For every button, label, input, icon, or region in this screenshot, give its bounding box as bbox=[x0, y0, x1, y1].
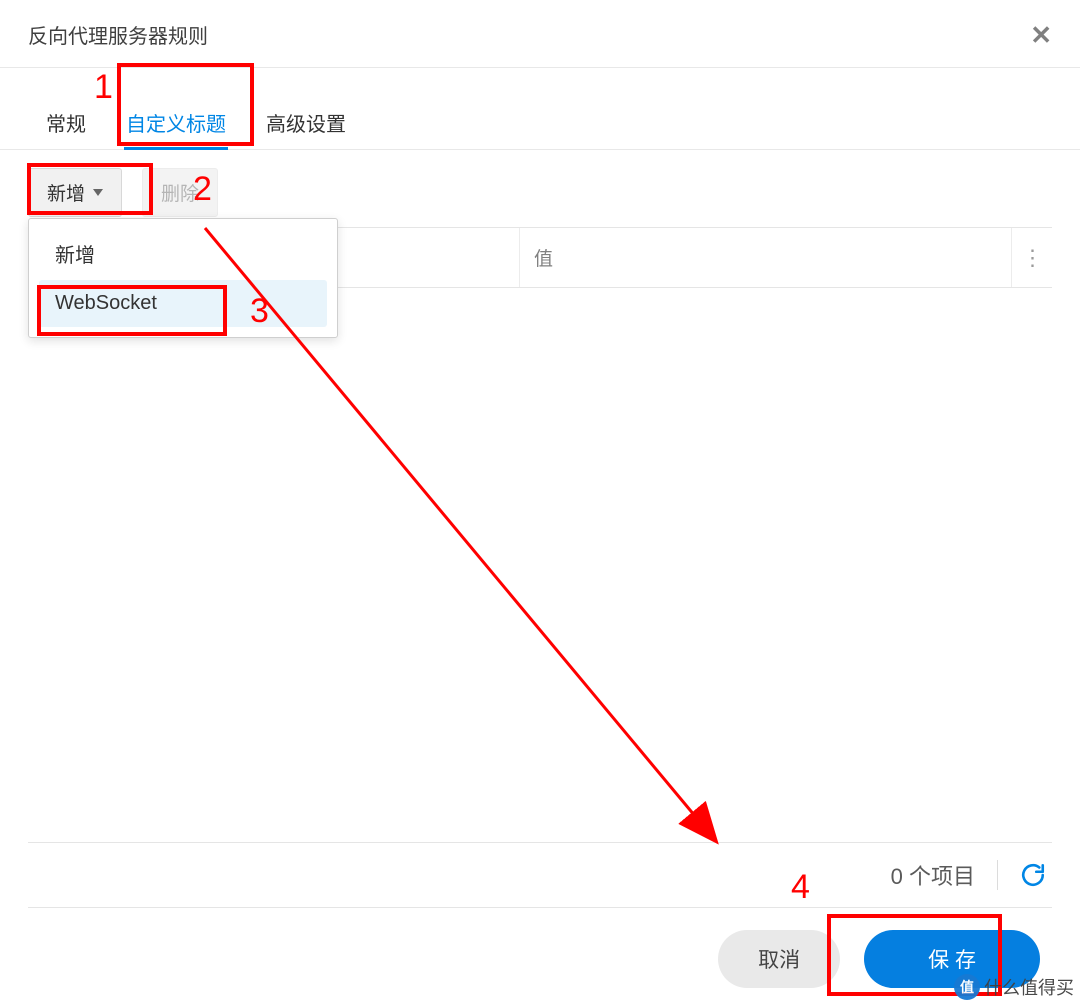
annotation-label-1: 1 bbox=[94, 68, 113, 107]
status-bar: 0 个项目 bbox=[28, 842, 1052, 908]
dropdown-title: 新增 bbox=[39, 239, 327, 280]
tab-advanced[interactable]: 高级设置 bbox=[264, 96, 348, 149]
add-dropdown: 新增 WebSocket bbox=[28, 218, 338, 338]
add-button-label: 新增 bbox=[47, 179, 85, 206]
dropdown-item-websocket[interactable]: WebSocket bbox=[39, 280, 327, 327]
annotation-label-3: 3 bbox=[250, 292, 269, 331]
dialog-header: 反向代理服务器规则 ✕ bbox=[0, 0, 1080, 68]
chevron-down-icon bbox=[93, 189, 103, 196]
watermark-badge: 值 bbox=[954, 974, 980, 1000]
refresh-icon[interactable] bbox=[1020, 862, 1046, 888]
item-count: 0 个项目 bbox=[891, 859, 975, 891]
column-header-more-icon[interactable]: ⋮ bbox=[1012, 228, 1052, 287]
column-header-value: 值 bbox=[520, 228, 1012, 287]
tab-custom-title[interactable]: 自定义标题 bbox=[124, 96, 228, 149]
cancel-button[interactable]: 取消 bbox=[718, 930, 840, 988]
dialog-title: 反向代理服务器规则 bbox=[28, 20, 208, 49]
annotation-label-4: 4 bbox=[791, 868, 810, 907]
toolbar: 新增 删除 新增 WebSocket bbox=[0, 150, 1080, 227]
tab-general[interactable]: 常规 bbox=[44, 96, 88, 149]
annotation-label-2: 2 bbox=[193, 170, 212, 209]
close-icon[interactable]: ✕ bbox=[1030, 22, 1052, 48]
dialog-footer: 取消 保 存 bbox=[0, 930, 1080, 1008]
watermark: 值 什么值得买 bbox=[954, 974, 1074, 1000]
watermark-text: 什么值得买 bbox=[984, 974, 1074, 1000]
add-button[interactable]: 新增 bbox=[28, 168, 122, 217]
divider bbox=[997, 860, 998, 890]
tabs-bar: 常规 自定义标题 高级设置 bbox=[0, 96, 1080, 150]
